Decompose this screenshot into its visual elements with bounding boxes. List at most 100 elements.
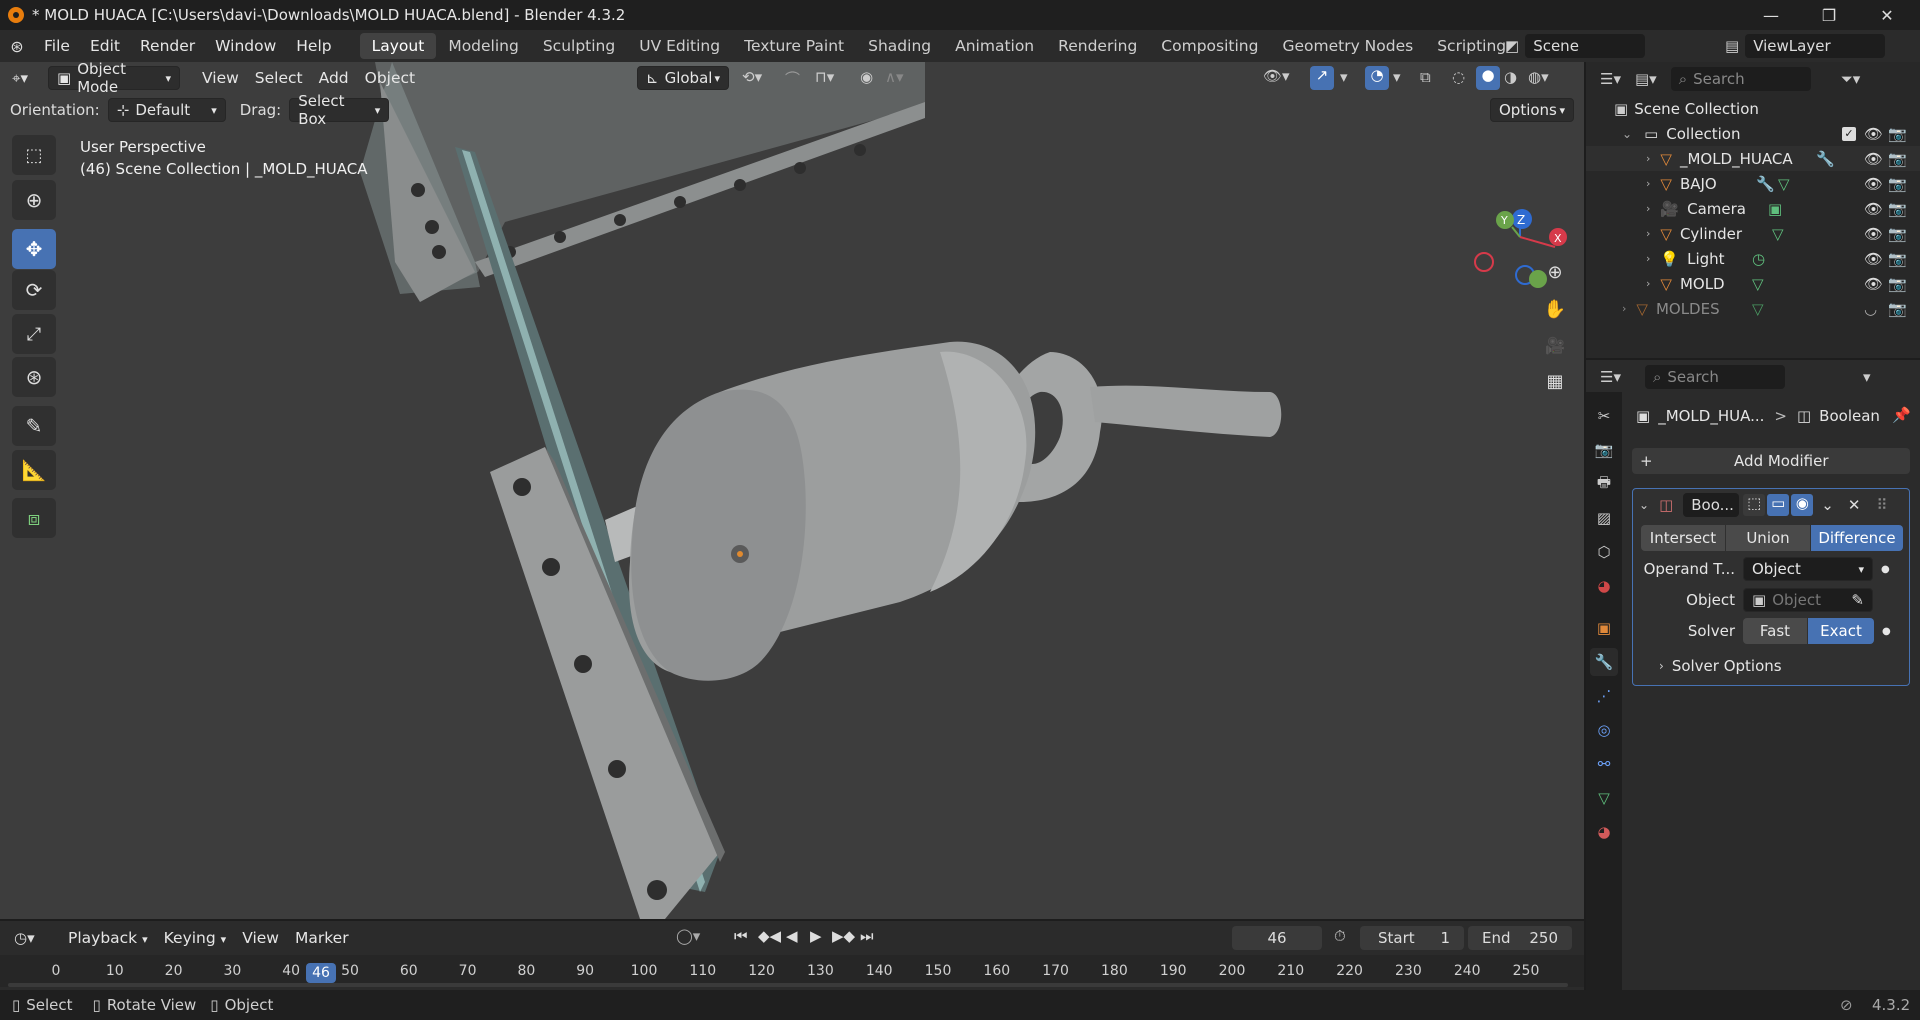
solid-shading-icon[interactable]: ● bbox=[1476, 66, 1500, 90]
outliner-item-cylinder[interactable]: › ▽ Cylinder ▽ 👁 📷 bbox=[1586, 221, 1920, 246]
zoom-view-button[interactable]: ⊕ bbox=[1538, 255, 1572, 289]
tab-modifiers[interactable]: 🔧 bbox=[1590, 648, 1618, 676]
tab-physics[interactable]: ◎ bbox=[1590, 716, 1618, 744]
tab-scene[interactable]: ⬡ bbox=[1590, 538, 1618, 566]
edit-mode-toggle-icon[interactable]: ⬚ bbox=[1743, 494, 1766, 516]
transform-orientation-dropdown[interactable]: ⊾ Global ▾ bbox=[637, 66, 729, 90]
menu-render[interactable]: Render bbox=[130, 30, 205, 62]
remove-modifier-icon[interactable]: ✕ bbox=[1848, 496, 1861, 514]
camera-render-icon[interactable]: 📷 bbox=[1888, 225, 1907, 243]
view-layer-selector[interactable]: ▤ ViewLayer bbox=[1725, 34, 1886, 58]
timeline-editor-icon[interactable]: ◷▾ bbox=[14, 929, 60, 947]
eye-icon[interactable]: 👁 bbox=[1864, 250, 1883, 268]
scene-selector[interactable]: ◩ Scene bbox=[1505, 34, 1646, 58]
outliner-item-bajo[interactable]: › ▽ BAJO 🔧 ▽ 👁 📷 bbox=[1586, 171, 1920, 196]
viewport-menu-add[interactable]: Add bbox=[311, 69, 357, 87]
timeline-menu-marker[interactable]: Marker bbox=[287, 929, 357, 947]
tab-view-layer[interactable]: ▨ bbox=[1590, 504, 1618, 532]
snap-target-icon[interactable]: ⊓▾ bbox=[815, 68, 834, 86]
annotate-tool[interactable]: ✎ bbox=[12, 406, 56, 446]
camera-render-icon[interactable]: 📷 bbox=[1888, 300, 1907, 318]
eyedropper-icon[interactable]: ✎ bbox=[1851, 591, 1864, 609]
end-frame-field[interactable]: End 250 bbox=[1468, 926, 1572, 950]
menu-edit[interactable]: Edit bbox=[80, 30, 130, 62]
tab-shading[interactable]: Shading bbox=[856, 33, 943, 59]
display-mode-icon[interactable]: ▤▾ bbox=[1635, 70, 1657, 88]
timeline-menu-view[interactable]: View bbox=[234, 929, 287, 947]
orientation-dropdown[interactable]: ⊹ Default ▾ bbox=[107, 98, 226, 122]
add-modifier-button[interactable]: + Add Modifier bbox=[1632, 448, 1910, 474]
outliner-editor-icon[interactable]: ☰▾ bbox=[1600, 70, 1621, 88]
start-frame-field[interactable]: Start 1 bbox=[1360, 926, 1464, 950]
object-mode-dropdown[interactable]: ▣ Object Mode ▾ bbox=[48, 62, 180, 96]
play-icon[interactable]: ▶ bbox=[810, 927, 822, 945]
outliner-item-mold[interactable]: › ▽ MOLD ▽ 👁 📷 bbox=[1586, 271, 1920, 296]
rotate-tool[interactable]: ⟳ bbox=[12, 270, 56, 310]
tab-animation[interactable]: Animation bbox=[943, 33, 1046, 59]
view-layer-field[interactable]: ViewLayer bbox=[1745, 34, 1886, 58]
hidden-eye-icon[interactable]: ◡ bbox=[1864, 300, 1877, 318]
editor-type-icon[interactable]: ⌖▾ bbox=[12, 69, 48, 87]
cursor-tool[interactable]: ⊕ bbox=[12, 180, 56, 220]
properties-search[interactable]: ⌕ Search bbox=[1644, 365, 1785, 389]
scale-tool[interactable]: ⤢ bbox=[12, 314, 56, 354]
viewport-menu-select[interactable]: Select bbox=[247, 69, 311, 87]
overlay-dropdown-icon[interactable]: ▾ bbox=[1393, 68, 1401, 86]
outliner-item-light[interactable]: › 💡 Light ◷ 👁 📷 bbox=[1586, 246, 1920, 271]
outliner-scene-collection[interactable]: ▣ Scene Collection bbox=[1586, 96, 1920, 121]
play-reverse-icon[interactable]: ◀ bbox=[786, 927, 798, 945]
tab-material[interactable]: ◕ bbox=[1590, 818, 1618, 846]
menu-file[interactable]: File bbox=[34, 30, 80, 62]
tab-layout[interactable]: Layout bbox=[359, 33, 437, 59]
snap-icon[interactable]: ⌒ bbox=[785, 68, 800, 89]
eye-icon[interactable]: 👁 bbox=[1864, 275, 1883, 293]
tab-sculpting[interactable]: Sculpting bbox=[531, 33, 627, 59]
eye-icon[interactable]: 👁 bbox=[1864, 150, 1883, 168]
camera-render-icon[interactable]: 📷 bbox=[1888, 250, 1907, 268]
tab-compositing[interactable]: Compositing bbox=[1149, 33, 1270, 59]
select-box-tool[interactable]: ⬚ bbox=[12, 135, 56, 175]
auto-keying-icon[interactable]: ◯▾ bbox=[676, 927, 700, 945]
solver-fast-button[interactable]: Fast bbox=[1743, 618, 1807, 644]
viewport-menu-object[interactable]: Object bbox=[357, 69, 423, 87]
tab-rendering[interactable]: Rendering bbox=[1046, 33, 1149, 59]
union-button[interactable]: Union bbox=[1726, 525, 1810, 551]
visibility-icon[interactable]: 👁▾ bbox=[1263, 67, 1290, 85]
eye-icon[interactable]: 👁 bbox=[1864, 225, 1883, 243]
jump-end-icon[interactable]: ⏭ bbox=[860, 927, 874, 945]
scene-name-field[interactable]: Scene bbox=[1525, 34, 1646, 58]
render-toggle-icon[interactable]: ◉ bbox=[1791, 494, 1814, 516]
eye-icon[interactable]: 👁 bbox=[1864, 175, 1883, 193]
transform-tool[interactable]: ⊛ bbox=[12, 357, 56, 397]
camera-view-button[interactable]: 🎥 bbox=[1538, 328, 1572, 362]
solver-options-subpanel[interactable]: › Solver Options bbox=[1633, 654, 1909, 678]
tab-constraints[interactable]: ⚯ bbox=[1590, 750, 1618, 778]
add-cube-tool[interactable]: ⧈ bbox=[12, 498, 56, 538]
3d-viewport[interactable]: ⌖▾ ▣ Object Mode ▾ View Select Add Object … bbox=[0, 62, 1584, 919]
gizmo-toggle-icon[interactable]: ↗ bbox=[1310, 66, 1334, 90]
tab-uv-editing[interactable]: UV Editing bbox=[627, 33, 732, 59]
gizmo-dropdown-icon[interactable]: ▾ bbox=[1340, 68, 1348, 86]
tab-geometry-nodes[interactable]: Geometry Nodes bbox=[1270, 33, 1425, 59]
close-window-button[interactable]: ✕ bbox=[1858, 0, 1916, 30]
timeline-menu-playback[interactable]: Playback ▾ bbox=[60, 929, 156, 947]
outliner-item-moldes[interactable]: › ▽ MOLDES ▽ ◡ 📷 bbox=[1586, 296, 1920, 321]
properties-editor-icon[interactable]: ☰▾ bbox=[1600, 368, 1621, 386]
tab-tool[interactable]: ✂ bbox=[1590, 402, 1618, 430]
prev-keyframe-icon[interactable]: ◆◀ bbox=[758, 927, 781, 945]
filter-icon[interactable]: ⏷▾ bbox=[1841, 70, 1861, 88]
tab-particles[interactable]: ⋰ bbox=[1590, 682, 1618, 710]
timeline-menu-keying[interactable]: Keying ▾ bbox=[156, 929, 235, 947]
camera-render-icon[interactable]: 📷 bbox=[1888, 275, 1907, 293]
viewport-display-toggle-icon[interactable]: ▭ bbox=[1767, 494, 1790, 516]
object-picker-field[interactable]: ▣ Object ✎ bbox=[1743, 588, 1873, 612]
outliner-item-mold-huaca[interactable]: › ▽ _MOLD_HUACA 🔧 👁 📷 bbox=[1586, 146, 1920, 171]
collection-checkbox[interactable]: ✓ bbox=[1842, 126, 1856, 141]
rendered-shading-icon[interactable]: ◍▾ bbox=[1528, 68, 1549, 86]
menu-window[interactable]: Window bbox=[205, 30, 286, 62]
modifier-name-field[interactable]: Boo... bbox=[1683, 493, 1740, 517]
expand-collection-icon[interactable]: ⌄ bbox=[1622, 127, 1632, 141]
tab-render[interactable]: 📷 bbox=[1590, 436, 1618, 464]
timeline-scrollbar[interactable] bbox=[8, 983, 1568, 987]
playhead-frame-indicator[interactable]: 46 bbox=[306, 963, 336, 983]
